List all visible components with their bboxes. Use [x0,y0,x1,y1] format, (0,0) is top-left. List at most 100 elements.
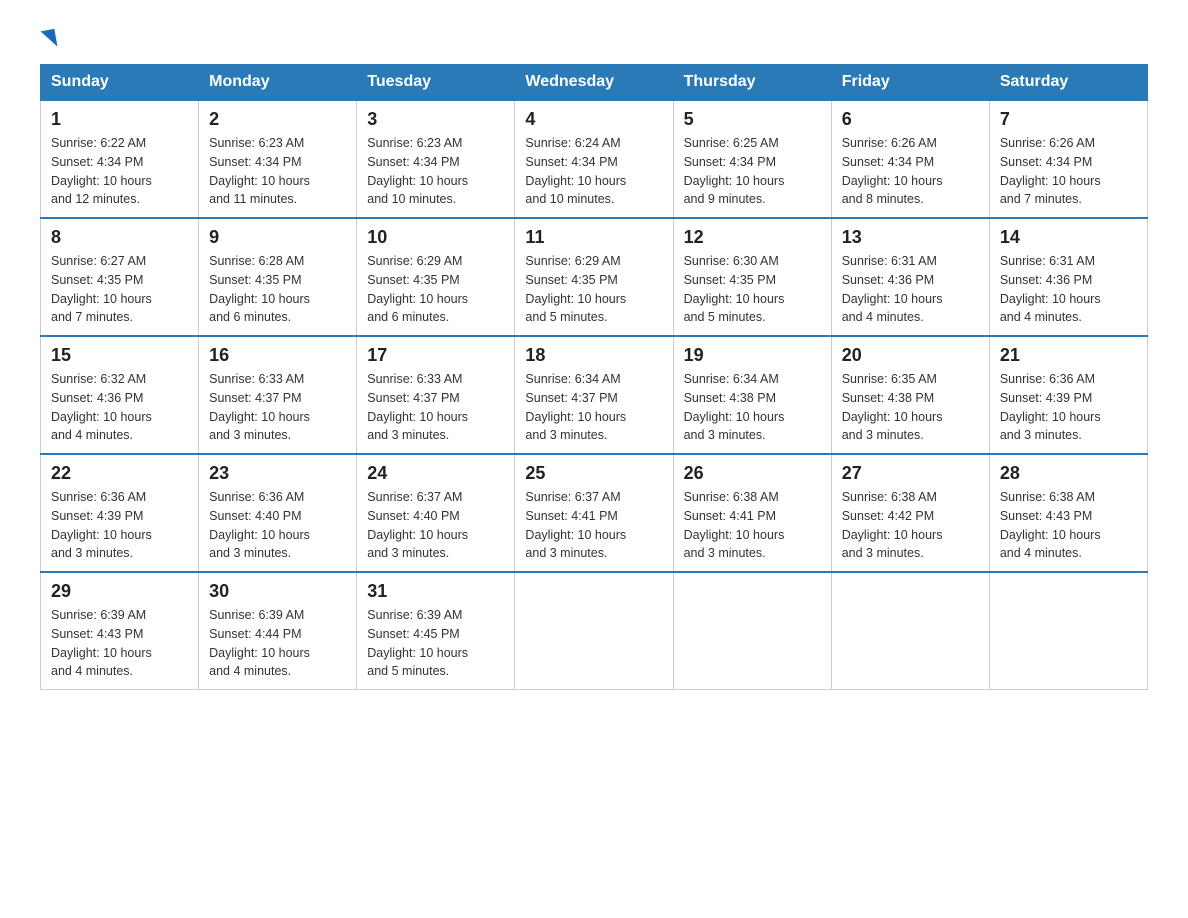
calendar-cell: 30 Sunrise: 6:39 AMSunset: 4:44 PMDaylig… [199,572,357,690]
logo-arrow-icon [41,29,58,49]
calendar-cell: 29 Sunrise: 6:39 AMSunset: 4:43 PMDaylig… [41,572,199,690]
week-row-1: 1 Sunrise: 6:22 AMSunset: 4:34 PMDayligh… [41,100,1148,218]
day-details: Sunrise: 6:37 AMSunset: 4:41 PMDaylight:… [525,490,626,560]
day-details: Sunrise: 6:37 AMSunset: 4:40 PMDaylight:… [367,490,468,560]
day-number: 15 [51,345,188,366]
day-details: Sunrise: 6:29 AMSunset: 4:35 PMDaylight:… [525,254,626,324]
calendar-cell: 19 Sunrise: 6:34 AMSunset: 4:38 PMDaylig… [673,336,831,454]
day-number: 7 [1000,109,1137,130]
day-details: Sunrise: 6:35 AMSunset: 4:38 PMDaylight:… [842,372,943,442]
day-number: 22 [51,463,188,484]
calendar-cell: 8 Sunrise: 6:27 AMSunset: 4:35 PMDayligh… [41,218,199,336]
calendar-cell: 7 Sunrise: 6:26 AMSunset: 4:34 PMDayligh… [989,100,1147,218]
day-number: 28 [1000,463,1137,484]
col-header-tuesday: Tuesday [357,65,515,101]
day-number: 12 [684,227,821,248]
calendar-cell [831,572,989,690]
calendar-cell: 17 Sunrise: 6:33 AMSunset: 4:37 PMDaylig… [357,336,515,454]
day-details: Sunrise: 6:39 AMSunset: 4:44 PMDaylight:… [209,608,310,678]
calendar-cell: 11 Sunrise: 6:29 AMSunset: 4:35 PMDaylig… [515,218,673,336]
day-number: 18 [525,345,662,366]
day-details: Sunrise: 6:30 AMSunset: 4:35 PMDaylight:… [684,254,785,324]
calendar-cell: 31 Sunrise: 6:39 AMSunset: 4:45 PMDaylig… [357,572,515,690]
calendar-cell: 26 Sunrise: 6:38 AMSunset: 4:41 PMDaylig… [673,454,831,572]
calendar-cell: 3 Sunrise: 6:23 AMSunset: 4:34 PMDayligh… [357,100,515,218]
day-details: Sunrise: 6:26 AMSunset: 4:34 PMDaylight:… [842,136,943,206]
day-number: 13 [842,227,979,248]
day-number: 6 [842,109,979,130]
day-details: Sunrise: 6:38 AMSunset: 4:43 PMDaylight:… [1000,490,1101,560]
week-row-3: 15 Sunrise: 6:32 AMSunset: 4:36 PMDaylig… [41,336,1148,454]
day-details: Sunrise: 6:38 AMSunset: 4:41 PMDaylight:… [684,490,785,560]
calendar-cell: 5 Sunrise: 6:25 AMSunset: 4:34 PMDayligh… [673,100,831,218]
logo [40,30,56,44]
calendar-cell: 13 Sunrise: 6:31 AMSunset: 4:36 PMDaylig… [831,218,989,336]
calendar-cell [673,572,831,690]
day-number: 11 [525,227,662,248]
day-details: Sunrise: 6:34 AMSunset: 4:37 PMDaylight:… [525,372,626,442]
day-details: Sunrise: 6:32 AMSunset: 4:36 PMDaylight:… [51,372,152,442]
calendar-cell [515,572,673,690]
week-row-5: 29 Sunrise: 6:39 AMSunset: 4:43 PMDaylig… [41,572,1148,690]
day-number: 8 [51,227,188,248]
day-details: Sunrise: 6:39 AMSunset: 4:43 PMDaylight:… [51,608,152,678]
day-number: 5 [684,109,821,130]
day-number: 17 [367,345,504,366]
day-number: 2 [209,109,346,130]
day-number: 31 [367,581,504,602]
day-details: Sunrise: 6:27 AMSunset: 4:35 PMDaylight:… [51,254,152,324]
col-header-monday: Monday [199,65,357,101]
col-header-sunday: Sunday [41,65,199,101]
day-details: Sunrise: 6:26 AMSunset: 4:34 PMDaylight:… [1000,136,1101,206]
day-number: 20 [842,345,979,366]
calendar-cell: 10 Sunrise: 6:29 AMSunset: 4:35 PMDaylig… [357,218,515,336]
col-header-wednesday: Wednesday [515,65,673,101]
day-details: Sunrise: 6:29 AMSunset: 4:35 PMDaylight:… [367,254,468,324]
calendar-cell: 9 Sunrise: 6:28 AMSunset: 4:35 PMDayligh… [199,218,357,336]
day-number: 14 [1000,227,1137,248]
day-details: Sunrise: 6:36 AMSunset: 4:39 PMDaylight:… [51,490,152,560]
day-number: 26 [684,463,821,484]
day-number: 1 [51,109,188,130]
calendar-cell: 2 Sunrise: 6:23 AMSunset: 4:34 PMDayligh… [199,100,357,218]
calendar-cell: 1 Sunrise: 6:22 AMSunset: 4:34 PMDayligh… [41,100,199,218]
day-number: 24 [367,463,504,484]
col-header-saturday: Saturday [989,65,1147,101]
calendar-cell: 14 Sunrise: 6:31 AMSunset: 4:36 PMDaylig… [989,218,1147,336]
day-number: 30 [209,581,346,602]
calendar-cell: 16 Sunrise: 6:33 AMSunset: 4:37 PMDaylig… [199,336,357,454]
day-details: Sunrise: 6:39 AMSunset: 4:45 PMDaylight:… [367,608,468,678]
day-details: Sunrise: 6:22 AMSunset: 4:34 PMDaylight:… [51,136,152,206]
calendar-header-row: SundayMondayTuesdayWednesdayThursdayFrid… [41,65,1148,101]
day-details: Sunrise: 6:33 AMSunset: 4:37 PMDaylight:… [367,372,468,442]
calendar-cell: 24 Sunrise: 6:37 AMSunset: 4:40 PMDaylig… [357,454,515,572]
calendar-cell: 4 Sunrise: 6:24 AMSunset: 4:34 PMDayligh… [515,100,673,218]
day-details: Sunrise: 6:33 AMSunset: 4:37 PMDaylight:… [209,372,310,442]
day-number: 16 [209,345,346,366]
calendar-cell: 15 Sunrise: 6:32 AMSunset: 4:36 PMDaylig… [41,336,199,454]
day-details: Sunrise: 6:38 AMSunset: 4:42 PMDaylight:… [842,490,943,560]
calendar-cell: 23 Sunrise: 6:36 AMSunset: 4:40 PMDaylig… [199,454,357,572]
week-row-2: 8 Sunrise: 6:27 AMSunset: 4:35 PMDayligh… [41,218,1148,336]
day-number: 19 [684,345,821,366]
week-row-4: 22 Sunrise: 6:36 AMSunset: 4:39 PMDaylig… [41,454,1148,572]
calendar-cell: 22 Sunrise: 6:36 AMSunset: 4:39 PMDaylig… [41,454,199,572]
day-number: 21 [1000,345,1137,366]
calendar-cell: 21 Sunrise: 6:36 AMSunset: 4:39 PMDaylig… [989,336,1147,454]
calendar-cell: 20 Sunrise: 6:35 AMSunset: 4:38 PMDaylig… [831,336,989,454]
calendar-cell: 25 Sunrise: 6:37 AMSunset: 4:41 PMDaylig… [515,454,673,572]
col-header-thursday: Thursday [673,65,831,101]
calendar-cell: 6 Sunrise: 6:26 AMSunset: 4:34 PMDayligh… [831,100,989,218]
day-number: 4 [525,109,662,130]
calendar-cell: 28 Sunrise: 6:38 AMSunset: 4:43 PMDaylig… [989,454,1147,572]
day-details: Sunrise: 6:36 AMSunset: 4:40 PMDaylight:… [209,490,310,560]
day-details: Sunrise: 6:36 AMSunset: 4:39 PMDaylight:… [1000,372,1101,442]
calendar-cell: 12 Sunrise: 6:30 AMSunset: 4:35 PMDaylig… [673,218,831,336]
day-number: 9 [209,227,346,248]
calendar-table: SundayMondayTuesdayWednesdayThursdayFrid… [40,64,1148,690]
day-details: Sunrise: 6:28 AMSunset: 4:35 PMDaylight:… [209,254,310,324]
day-number: 29 [51,581,188,602]
page-header [40,30,1148,44]
day-details: Sunrise: 6:31 AMSunset: 4:36 PMDaylight:… [842,254,943,324]
day-number: 25 [525,463,662,484]
